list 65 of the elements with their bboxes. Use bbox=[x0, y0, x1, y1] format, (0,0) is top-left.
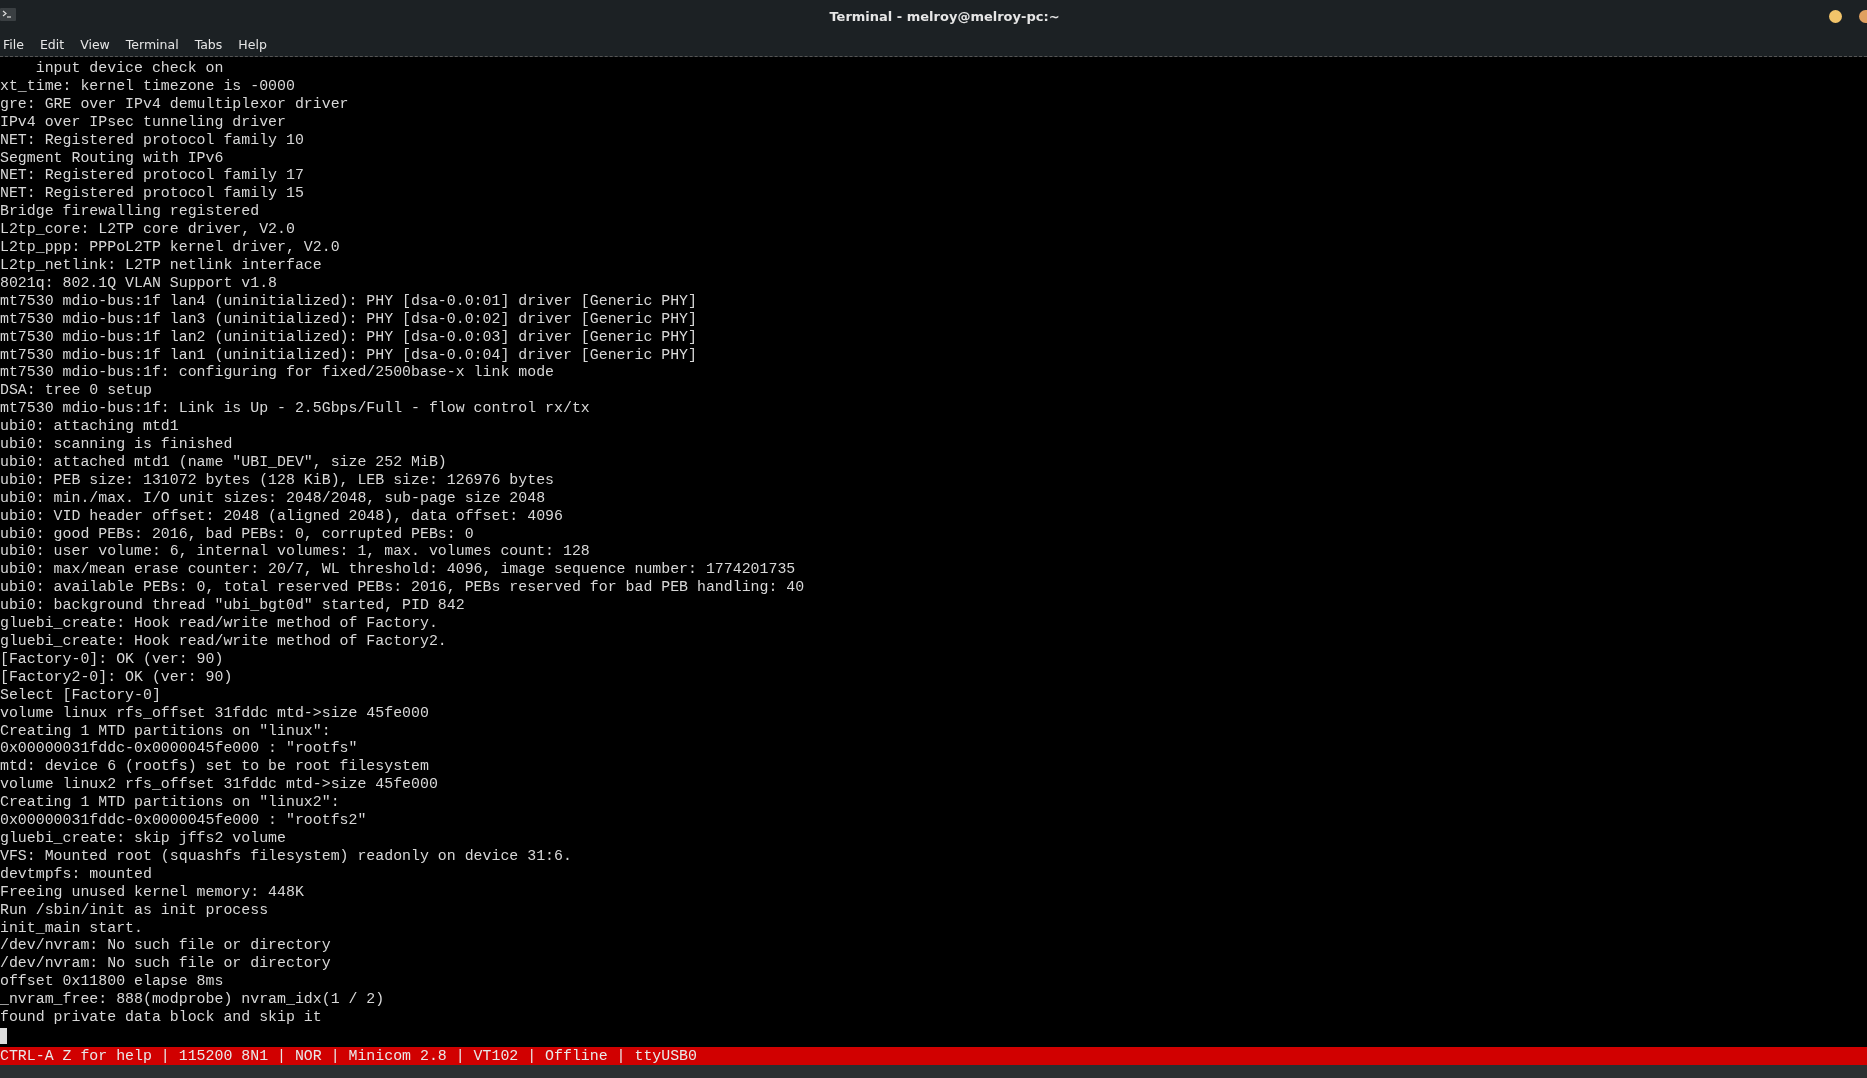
terminal-line: [Factory2-0]: OK (ver: 90) bbox=[0, 668, 234, 687]
terminal-line: devtmpfs: mounted bbox=[0, 865, 153, 884]
terminal-line: Freeing unused kernel memory: 448K bbox=[0, 883, 305, 902]
menu-item[interactable]: Help bbox=[235, 36, 274, 52]
terminal-line: mt7530 mdio-bus:1f: Link is Up - 2.5Gbps/Full - flow control rx/tx bbox=[0, 400, 591, 419]
terminal-line: gluebi_create: Hook read/write method of Factory. bbox=[0, 615, 439, 633]
terminal-line: ubi0: attached mtd1 (name "UBI_DEV", size 252 MiB) bbox=[0, 453, 448, 472]
terminal-icon bbox=[0, 8, 16, 21]
terminal-line: gre: GRE over IPv4 demultiplexor driver bbox=[0, 95, 350, 114]
terminal-line: NET: Registered protocol family 17 bbox=[0, 167, 305, 186]
terminal-line: L2tp_core: L2TP core driver, V2.0 bbox=[0, 221, 296, 240]
menu-item[interactable]: File bbox=[0, 36, 31, 52]
terminal-line: ubi0: available PEBs: 0, total reserved PEBs: 2016, PEBs reserved for bad PEB handling: 40 bbox=[0, 579, 806, 598]
menu-item[interactable]: Tabs bbox=[191, 36, 230, 52]
terminal-line: ubi0: VID header offset: 2048 (aligned 2048), data offset: 4096 bbox=[0, 507, 564, 526]
terminal-line: Select [Factory-0] bbox=[0, 686, 162, 705]
terminal-line: /dev/nvram: No such file or directory bbox=[0, 955, 332, 974]
status-bar: CTRL-A Z for help | 115200 8N1 | NOR | Minicom 2.8 | VT102 | Offline | ttyUSB0 bbox=[0, 1047, 1867, 1065]
terminal-line: Run /sbin/init as init process bbox=[0, 901, 270, 920]
terminal-line: offset 0x11800 elapse 8ms bbox=[0, 973, 225, 992]
terminal-line: 8021q: 802.1Q VLAN Support v1.8 bbox=[0, 274, 278, 293]
terminal-line: input device check on bbox=[34, 60, 225, 78]
terminal-line: NET: Registered protocol family 10 bbox=[0, 131, 305, 150]
terminal-line: Bridge firewalling registered bbox=[0, 203, 261, 222]
terminal-line: ubi0: PEB size: 131072 bytes (128 KiB), LEB size: 126976 bytes bbox=[0, 471, 556, 490]
terminal-line: /dev/nvram: No such file or directory bbox=[0, 937, 332, 956]
terminal-line: mt7530 mdio-bus:1f lan1 (uninitialized): PHY [dsa-0.0:04] driver [Generic PHY] bbox=[0, 346, 698, 365]
terminal-line: 0x00000031fddc-0x0000045fe000 : "rootfs2" bbox=[0, 812, 368, 830]
terminal-line: IPv4 over IPsec tunneling driver bbox=[0, 113, 287, 132]
terminal-line: ubi0: min./max. I/O unit sizes: 2048/2048, sub-page size 2048 bbox=[0, 489, 547, 508]
menu-item[interactable]: View bbox=[77, 36, 117, 52]
terminal-line: ubi0: good PEBs: 2016, bad PEBs: 0, corrupted PEBs: 0 bbox=[0, 525, 475, 544]
terminal-line: ubi0: scanning is finished bbox=[0, 436, 234, 454]
minimize-button[interactable] bbox=[1829, 9, 1842, 23]
terminal-line: volume linux rfs_offset 31fddc mtd->size 45fe000 bbox=[0, 704, 430, 723]
terminal-line: mt7530 mdio-bus:1f: configuring for fixed/2500base-x link mode bbox=[0, 364, 556, 383]
window-title: Terminal - melroy@melroy-pc:~ bbox=[828, 8, 1061, 24]
terminal-line: xt_time: kernel timezone is -0000 bbox=[0, 77, 296, 96]
terminal-line: ubi0: attaching mtd1 bbox=[0, 418, 180, 437]
terminal-line: Creating 1 MTD partitions on "linux": bbox=[0, 722, 332, 741]
terminal-line: Creating 1 MTD partitions on "linux2": bbox=[0, 794, 341, 813]
terminal-line: VFS: Mounted root (squashfs filesystem) readonly on device 31:6. bbox=[0, 847, 573, 866]
terminal-line: NET: Registered protocol family 15 bbox=[0, 185, 305, 204]
terminal-line: volume linux2 rfs_offset 31fddc mtd->size 45fe000 bbox=[0, 776, 439, 795]
terminal-line: gluebi_create: skip jffs2 volume bbox=[0, 829, 287, 848]
terminal-line: mtd: device 6 (rootfs) set to be root filesystem bbox=[0, 758, 430, 777]
menu-item[interactable]: Terminal bbox=[122, 36, 186, 52]
terminal-line: ubi0: max/mean erase counter: 20/7, WL threshold: 4096, image sequence number: 1774201735 bbox=[0, 561, 797, 580]
terminal-line: [Factory-0]: OK (ver: 90) bbox=[0, 650, 225, 669]
terminal-line: L2tp_netlink: L2TP netlink interface bbox=[0, 256, 323, 275]
terminal-line: mt7530 mdio-bus:1f lan3 (uninitialized): PHY [dsa-0.0:02] driver [Generic PHY] bbox=[0, 310, 698, 329]
terminal-line: ubi0: background thread "ubi_bgt0d" started, PID 842 bbox=[0, 597, 466, 616]
terminal-line: _nvram_free: 888(modprobe) nvram_idx(1 / 2) bbox=[0, 991, 386, 1010]
terminal-line: init_main start. bbox=[0, 919, 144, 938]
terminal-line: DSA: tree 0 setup bbox=[0, 382, 153, 401]
terminal-line: Segment Routing with IPv6 bbox=[0, 149, 225, 168]
text-cursor bbox=[0, 1027, 7, 1044]
terminal-line: 0x00000031fddc-0x0000045fe000 : "rootfs" bbox=[0, 740, 359, 759]
terminal-line: L2tp_ppp: PPPoL2TP kernel driver, V2.0 bbox=[0, 239, 341, 257]
terminal-line: found private data block and skip it bbox=[0, 1009, 323, 1027]
terminal-line: mt7530 mdio-bus:1f lan2 (uninitialized): PHY [dsa-0.0:03] driver [Generic PHY] bbox=[0, 328, 698, 347]
terminal-line: gluebi_create: Hook read/write method of Factory2. bbox=[0, 633, 448, 651]
menu-item[interactable]: Edit bbox=[36, 36, 72, 52]
terminal-line: mt7530 mdio-bus:1f lan4 (uninitialized): PHY [dsa-0.0:01] driver [Generic PHY] bbox=[0, 292, 698, 311]
terminal-line: ubi0: user volume: 6, internal volumes: 1, max. volumes count: 128 bbox=[0, 543, 591, 562]
